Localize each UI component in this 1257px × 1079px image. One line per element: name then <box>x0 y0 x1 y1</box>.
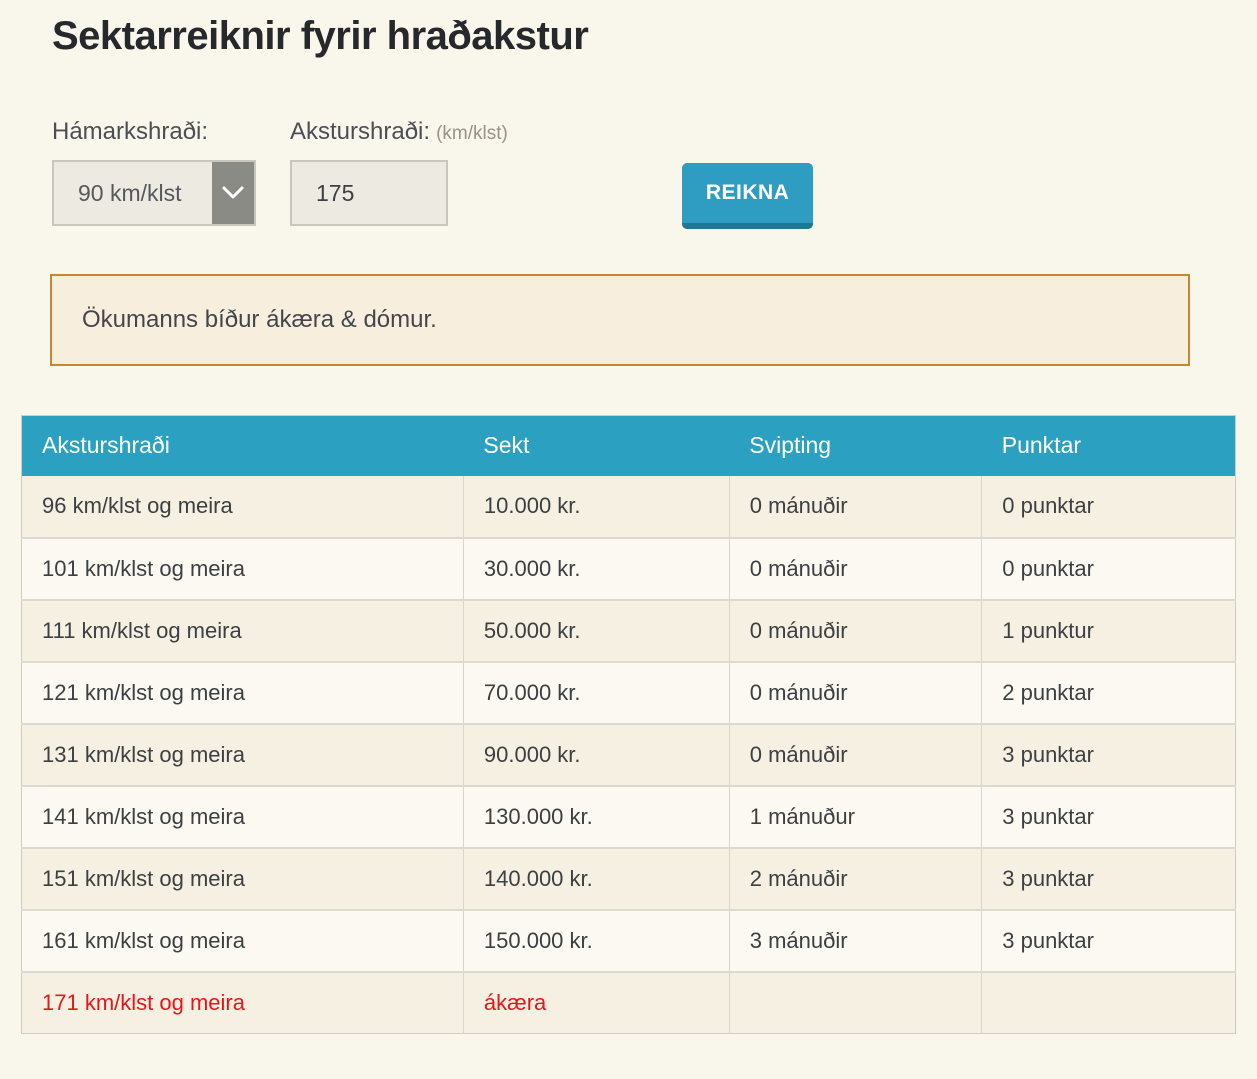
cell-ban: 2 mánuðir <box>729 848 982 910</box>
cell-speed: 111 km/klst og meira <box>22 600 464 662</box>
cell-fine: 90.000 kr. <box>463 724 729 786</box>
table-row: 96 km/klst og meira 10.000 kr. 0 mánuðir… <box>22 476 1236 538</box>
cell-speed: 151 km/klst og meira <box>22 848 464 910</box>
cell-fine: 10.000 kr. <box>463 476 729 538</box>
cell-points: 3 punktar <box>982 848 1236 910</box>
cell-ban: 0 mánuðir <box>729 476 982 538</box>
driving-speed-label: Aksturshraði: <box>290 118 430 146</box>
driving-speed-unit: (km/klst) <box>436 123 508 144</box>
max-speed-selected-value: 90 km/klst <box>54 180 182 207</box>
column-header-ban: Svipting <box>729 416 982 476</box>
cell-points: 0 punktar <box>982 476 1236 538</box>
driving-speed-input[interactable] <box>290 160 448 226</box>
driving-speed-field-group: Aksturshraði: (km/klst) <box>290 118 508 226</box>
table-row: 161 km/klst og meira 150.000 kr. 3 mánuð… <box>22 910 1236 972</box>
cell-points: 2 punktar <box>982 662 1236 724</box>
cell-points <box>982 972 1236 1034</box>
cell-points: 3 punktar <box>982 786 1236 848</box>
table-header-row: Aksturshraði Sekt Svipting Punktar <box>22 416 1236 476</box>
calculator-form: Hámarkshraði: 90 km/klst Aksturshraði: (k… <box>52 118 813 229</box>
table-row: 121 km/klst og meira 70.000 kr. 0 mánuði… <box>22 662 1236 724</box>
cell-speed: 161 km/klst og meira <box>22 910 464 972</box>
page-title: Sektarreiknir fyrir hraðakstur <box>52 14 588 59</box>
cell-speed: 121 km/klst og meira <box>22 662 464 724</box>
cell-ban <box>729 972 982 1034</box>
max-speed-select[interactable]: 90 km/klst <box>52 160 256 226</box>
max-speed-label: Hámarkshraði: <box>52 118 208 146</box>
cell-fine: 140.000 kr. <box>463 848 729 910</box>
column-header-speed: Aksturshraði <box>22 416 464 476</box>
cell-fine: 50.000 kr. <box>463 600 729 662</box>
cell-points: 3 punktar <box>982 724 1236 786</box>
result-alert: Ökumanns bíður ákæra & dómur. <box>50 274 1190 366</box>
cell-ban: 0 mánuðir <box>729 538 982 600</box>
cell-fine: 150.000 kr. <box>463 910 729 972</box>
cell-speed: 96 km/klst og meira <box>22 476 464 538</box>
cell-speed: 171 km/klst og meira <box>22 972 464 1034</box>
cell-ban: 0 mánuðir <box>729 724 982 786</box>
cell-speed: 131 km/klst og meira <box>22 724 464 786</box>
cell-ban: 3 mánuðir <box>729 910 982 972</box>
cell-fine: 30.000 kr. <box>463 538 729 600</box>
column-header-fine: Sekt <box>463 416 729 476</box>
cell-speed: 141 km/klst og meira <box>22 786 464 848</box>
table-row: 111 km/klst og meira 50.000 kr. 0 mánuði… <box>22 600 1236 662</box>
result-alert-message: Ökumanns bíður ákæra & dómur. <box>82 306 437 334</box>
cell-ban: 0 mánuðir <box>729 600 982 662</box>
cell-ban: 1 mánuður <box>729 786 982 848</box>
cell-points: 0 punktar <box>982 538 1236 600</box>
table-row: 101 km/klst og meira 30.000 kr. 0 mánuði… <box>22 538 1236 600</box>
table-row: 131 km/klst og meira 90.000 kr. 0 mánuði… <box>22 724 1236 786</box>
cell-fine: 70.000 kr. <box>463 662 729 724</box>
fines-table: Aksturshraði Sekt Svipting Punktar 96 km… <box>21 415 1236 1034</box>
speeding-fine-calculator-page: Sektarreiknir fyrir hraðakstur Hámarkshr… <box>0 0 1257 1079</box>
table-row: 141 km/klst og meira 130.000 kr. 1 mánuð… <box>22 786 1236 848</box>
cell-ban: 0 mánuðir <box>729 662 982 724</box>
table-row: 151 km/klst og meira 140.000 kr. 2 mánuð… <box>22 848 1236 910</box>
max-speed-field-group: Hámarkshraði: 90 km/klst <box>52 118 256 226</box>
table-row-danger: 171 km/klst og meira ákæra <box>22 972 1236 1034</box>
cell-fine: ákæra <box>463 972 729 1034</box>
chevron-down-icon <box>212 162 254 224</box>
cell-points: 1 punktur <box>982 600 1236 662</box>
fines-table-wrap: Aksturshraði Sekt Svipting Punktar 96 km… <box>21 415 1236 1034</box>
cell-speed: 101 km/klst og meira <box>22 538 464 600</box>
cell-fine: 130.000 kr. <box>463 786 729 848</box>
calculate-button[interactable]: REIKNA <box>682 163 814 229</box>
column-header-points: Punktar <box>982 416 1236 476</box>
cell-points: 3 punktar <box>982 910 1236 972</box>
